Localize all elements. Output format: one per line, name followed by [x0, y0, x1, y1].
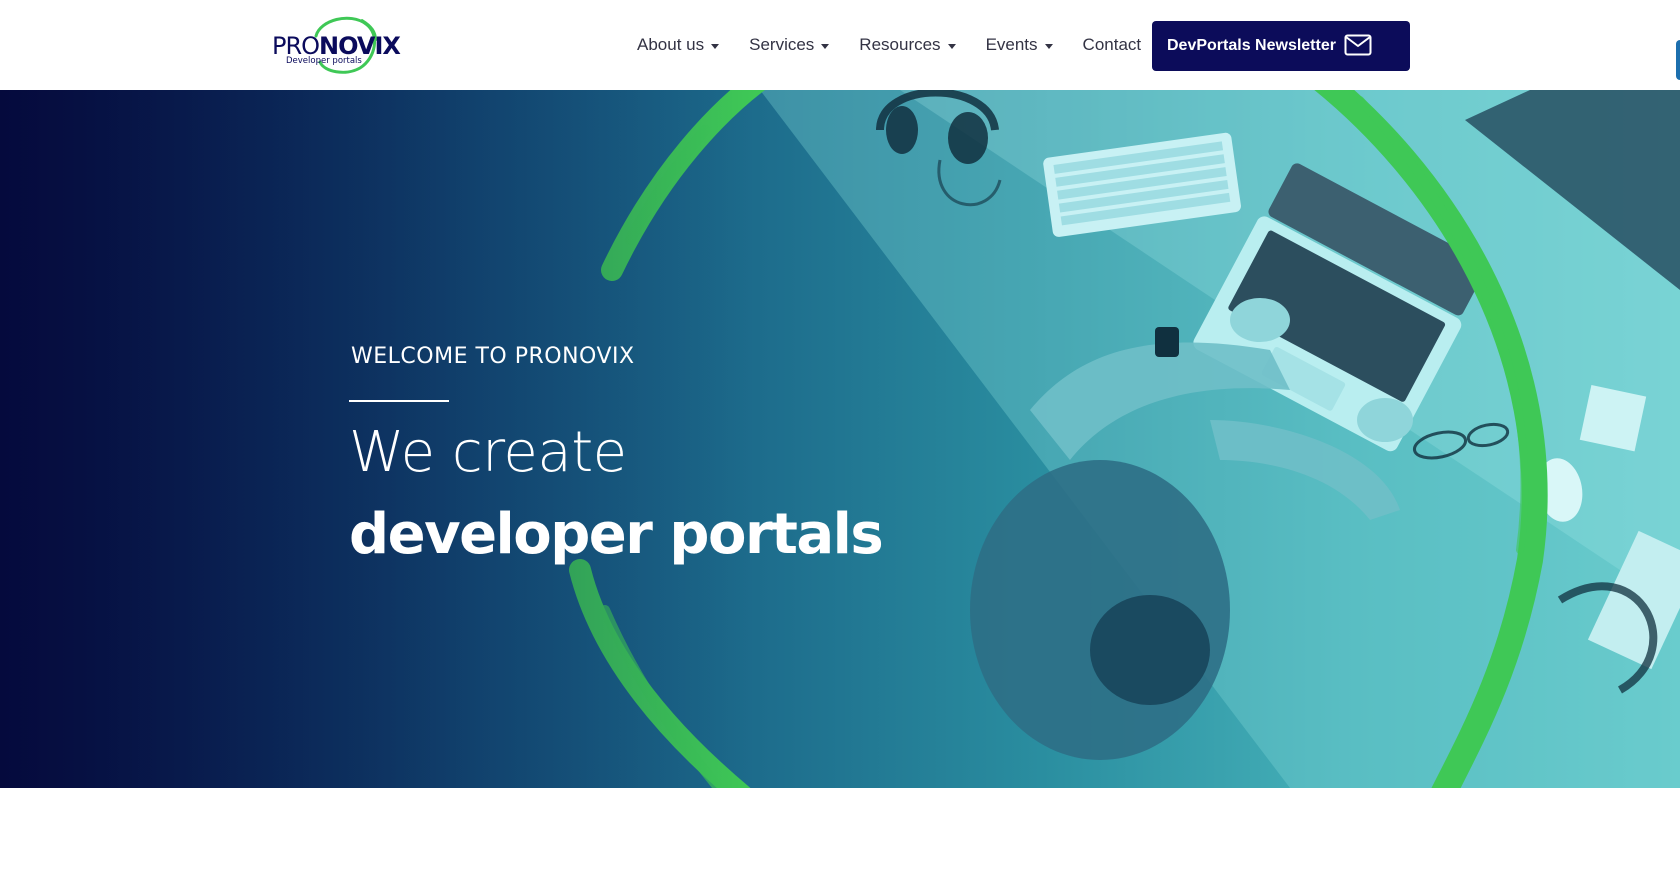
hero-illustration: [0, 90, 1680, 788]
nav-services[interactable]: Services: [749, 35, 830, 55]
nav-events[interactable]: Events: [986, 35, 1053, 55]
nav-about-us[interactable]: About us: [637, 35, 720, 55]
caret-down-icon: [947, 43, 956, 49]
nav-resources[interactable]: Resources: [859, 35, 956, 55]
nav-events-label: Events: [985, 35, 1038, 54]
hero-divider: [349, 400, 449, 402]
logo-tagline: Developer portals: [286, 56, 362, 66]
caret-down-icon: [711, 43, 720, 49]
pronovix-logo[interactable]: PRONOVIX Developer portals: [270, 14, 401, 76]
nav-contact-label: Contact: [1082, 35, 1142, 54]
nav-resources-label: Resources: [859, 35, 941, 54]
nav-about-us-label: About us: [637, 35, 705, 54]
site-header: PRONOVIX Developer portals About us Serv…: [0, 0, 1680, 90]
side-feedback-tab[interactable]: [1676, 40, 1680, 80]
caret-down-icon: [821, 43, 830, 49]
nav-services-label: Services: [749, 35, 815, 54]
hero-heading-line2: developer portals: [349, 502, 884, 567]
newsletter-button-label: DevPortals Newsletter: [1167, 37, 1336, 54]
nav-contact[interactable]: Contact: [1083, 35, 1142, 55]
caret-down-icon: [1044, 43, 1053, 49]
hero-heading-line1: We create: [349, 420, 627, 485]
mail-icon: [1344, 34, 1372, 56]
main-nav: About us Services Resources Events Conta…: [637, 0, 1166, 90]
hero-eyebrow: WELCOME TO PRONOVIX: [351, 344, 635, 369]
newsletter-button[interactable]: DevPortals Newsletter: [1152, 21, 1410, 71]
hero-banner: WELCOME TO PRONOVIX We create developer …: [0, 90, 1680, 788]
